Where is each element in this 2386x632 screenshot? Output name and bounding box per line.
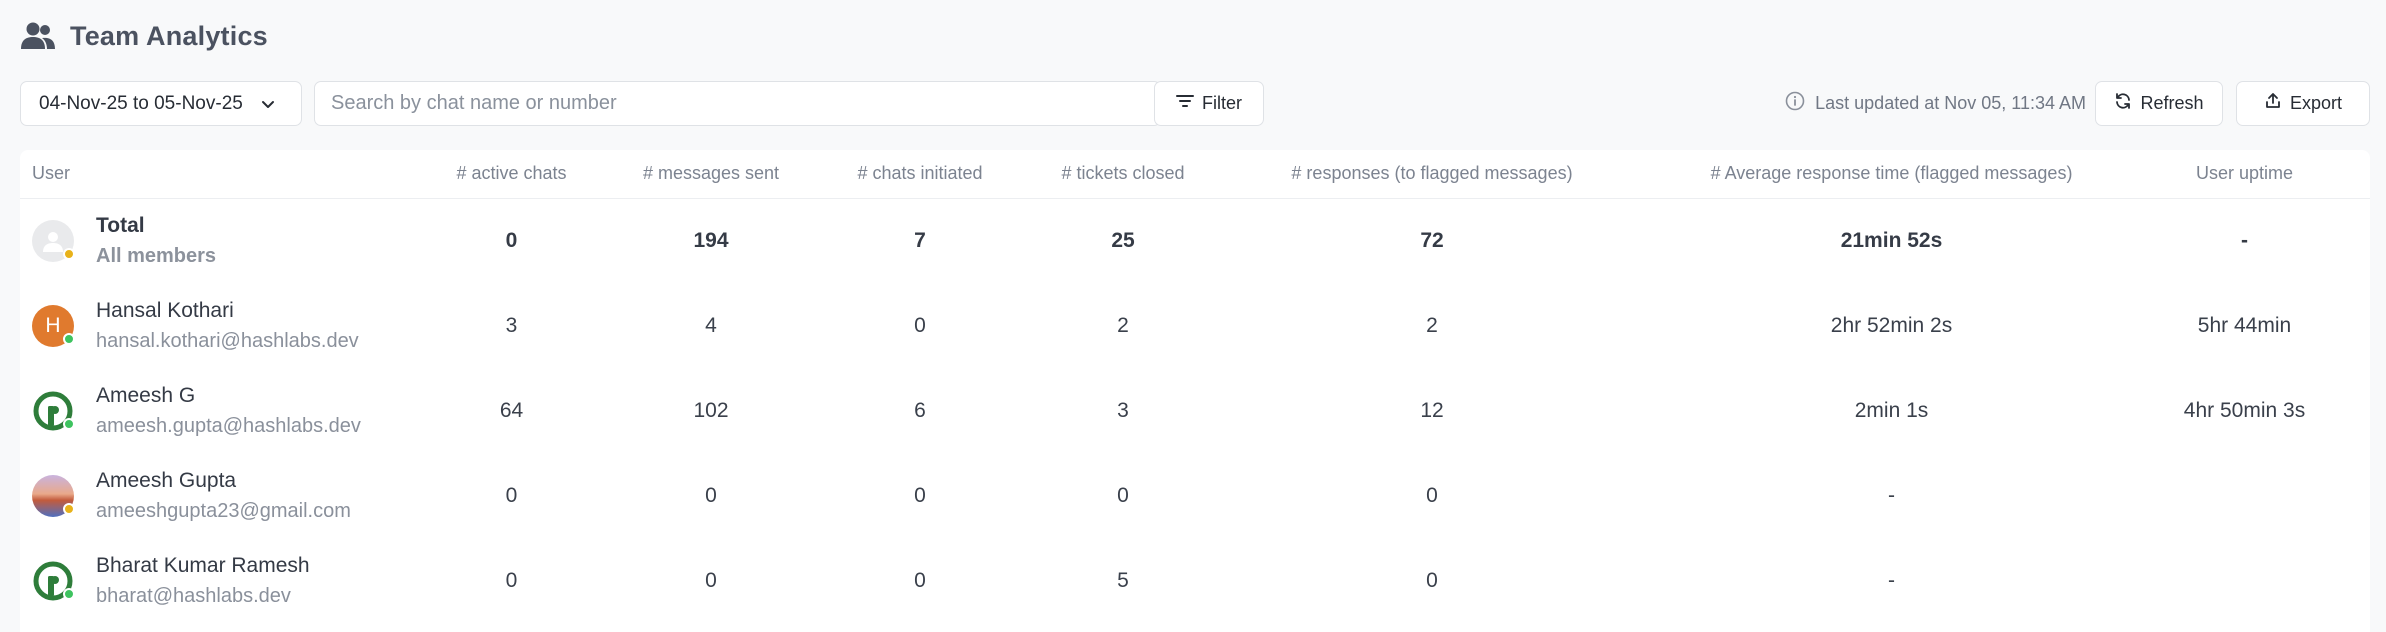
avatar-placeholder xyxy=(32,219,75,262)
toolbar: 04-Nov-25 to 05-Nov-25 Filter Last updat… xyxy=(20,81,2370,127)
header-avg-response-time[interactable]: # Average response time (flagged message… xyxy=(1664,150,2119,199)
info-icon xyxy=(1785,91,1805,116)
user-name: Hansal Kothari xyxy=(96,298,234,322)
cell-responses-flagged: 2 xyxy=(1426,313,1438,337)
cell-messages-sent: 0 xyxy=(705,483,717,507)
header-user-uptime[interactable]: User uptime xyxy=(2119,150,2370,199)
table-row[interactable]: Bharat Kumar Ramesh bharat@hashlabs.dev … xyxy=(20,538,2370,623)
analytics-table-card: User # active chats # messages sent # ch… xyxy=(20,150,2370,632)
cell-messages-sent: 194 xyxy=(693,228,729,252)
cell-avg-response-time: - xyxy=(1888,568,1895,592)
table-row[interactable]: H Hansal Kothari hansal.kothari@hashlabs… xyxy=(20,283,2370,368)
search-input[interactable] xyxy=(314,81,1161,126)
user-subtitle: All members xyxy=(96,244,217,267)
table-row[interactable]: Ameesh G ameesh.gupta@hashlabs.dev 64 10… xyxy=(20,368,2370,453)
cell-user-uptime xyxy=(2119,453,2370,538)
table-header-row: User # active chats # messages sent # ch… xyxy=(20,150,2370,199)
header-responses-flagged[interactable]: # responses (to flagged messages) xyxy=(1200,150,1664,199)
cell-tickets-closed: 2 xyxy=(1117,313,1129,337)
status-dot-online xyxy=(63,332,75,345)
status-dot-online xyxy=(63,417,75,430)
cell-active-chats: 0 xyxy=(505,483,518,507)
user-email: ameeshgupta23@gmail.com xyxy=(96,499,351,522)
user-name: Ameesh Gupta xyxy=(96,468,237,492)
filter-label: Filter xyxy=(1202,93,1242,113)
cell-tickets-closed: 3 xyxy=(1117,398,1129,422)
user-name: Ameesh G xyxy=(96,383,196,407)
header-active-chats[interactable]: # active chats xyxy=(395,150,628,199)
cell-user-uptime: 5hr 44min xyxy=(2197,313,2292,337)
user-cell: Ameesh G ameesh.gupta@hashlabs.dev xyxy=(20,381,395,441)
user-name: Total xyxy=(96,213,145,237)
last-updated: Last updated at Nov 05, 11:34 AM xyxy=(1785,81,2086,126)
cell-avg-response-time: 2hr 52min 2s xyxy=(1830,313,1953,337)
date-range-label: 04-Nov-25 to 05-Nov-25 xyxy=(39,92,243,114)
header-user[interactable]: User xyxy=(20,150,395,199)
page-header: Team Analytics xyxy=(20,18,268,54)
cell-tickets-closed: 5 xyxy=(1117,568,1129,592)
refresh-label: Refresh xyxy=(2140,93,2204,113)
analytics-table: User # active chats # messages sent # ch… xyxy=(20,150,2370,623)
user-cell: Total All members xyxy=(20,211,395,271)
status-dot-away xyxy=(63,502,75,515)
user-name: Bharat Kumar Ramesh xyxy=(96,553,310,577)
page-title: Team Analytics xyxy=(70,20,268,51)
filter-button[interactable]: Filter xyxy=(1154,81,1264,126)
user-cell: H Hansal Kothari hansal.kothari@hashlabs… xyxy=(20,296,395,356)
refresh-icon xyxy=(2114,92,2132,115)
cell-avg-response-time: - xyxy=(1888,483,1895,507)
cell-chats-initiated: 0 xyxy=(914,313,926,337)
cell-user-uptime xyxy=(2119,538,2370,623)
table-row-total[interactable]: Total All members 0 194 7 25 72 21min 52… xyxy=(20,198,2370,283)
export-icon xyxy=(2264,92,2282,115)
export-label: Export xyxy=(2289,93,2343,113)
cell-chats-initiated: 0 xyxy=(914,568,926,592)
avatar-initial: H xyxy=(32,304,75,347)
header-messages-sent[interactable]: # messages sent xyxy=(628,150,794,199)
avatar-letter: H xyxy=(45,313,61,337)
cell-avg-response-time: 2min 1s xyxy=(1854,398,1929,422)
users-icon xyxy=(20,21,56,51)
chevron-down-icon xyxy=(259,95,277,113)
cell-chats-initiated: 7 xyxy=(914,228,926,252)
cell-active-chats: 3 xyxy=(505,313,518,337)
cell-user-uptime: - xyxy=(2241,228,2248,252)
user-cell: Ameesh Gupta ameeshgupta23@gmail.com xyxy=(20,466,395,526)
header-tickets-closed[interactable]: # tickets closed xyxy=(1046,150,1200,199)
cell-messages-sent: 0 xyxy=(705,568,717,592)
cell-responses-flagged: 0 xyxy=(1426,483,1438,507)
photo-avatar xyxy=(32,474,75,517)
user-cell: Bharat Kumar Ramesh bharat@hashlabs.dev xyxy=(20,551,395,611)
cell-messages-sent: 102 xyxy=(693,398,729,422)
hashlabs-logo-avatar xyxy=(32,389,75,432)
cell-chats-initiated: 6 xyxy=(914,398,926,422)
refresh-button[interactable]: Refresh xyxy=(2095,81,2223,126)
cell-avg-response-time: 21min 52s xyxy=(1840,228,1943,252)
cell-responses-flagged: 12 xyxy=(1420,398,1444,422)
cell-responses-flagged: 0 xyxy=(1426,568,1438,592)
cell-chats-initiated: 0 xyxy=(914,483,926,507)
cell-active-chats: 64 xyxy=(499,398,524,422)
user-email: ameesh.gupta@hashlabs.dev xyxy=(96,414,361,437)
user-email: hansal.kothari@hashlabs.dev xyxy=(96,329,359,352)
export-button[interactable]: Export xyxy=(2236,81,2370,126)
cell-active-chats: 0 xyxy=(505,228,518,252)
cell-responses-flagged: 72 xyxy=(1420,228,1444,252)
person-icon xyxy=(43,231,63,252)
cell-active-chats: 0 xyxy=(505,568,518,592)
filter-icon xyxy=(1176,93,1194,114)
cell-tickets-closed: 0 xyxy=(1117,483,1129,507)
cell-messages-sent: 4 xyxy=(705,313,717,337)
hashlabs-logo-avatar xyxy=(32,559,75,602)
table-row[interactable]: Ameesh Gupta ameeshgupta23@gmail.com 0 0… xyxy=(20,453,2370,538)
cell-user-uptime: 4hr 50min 3s xyxy=(2183,398,2306,422)
status-dot-away xyxy=(63,247,75,260)
last-updated-text: Last updated at Nov 05, 11:34 AM xyxy=(1815,93,2086,113)
status-dot-online xyxy=(63,587,75,600)
user-email: bharat@hashlabs.dev xyxy=(96,584,291,607)
date-range-picker[interactable]: 04-Nov-25 to 05-Nov-25 xyxy=(20,81,302,126)
cell-tickets-closed: 25 xyxy=(1111,228,1135,252)
header-chats-initiated[interactable]: # chats initiated xyxy=(794,150,1046,199)
